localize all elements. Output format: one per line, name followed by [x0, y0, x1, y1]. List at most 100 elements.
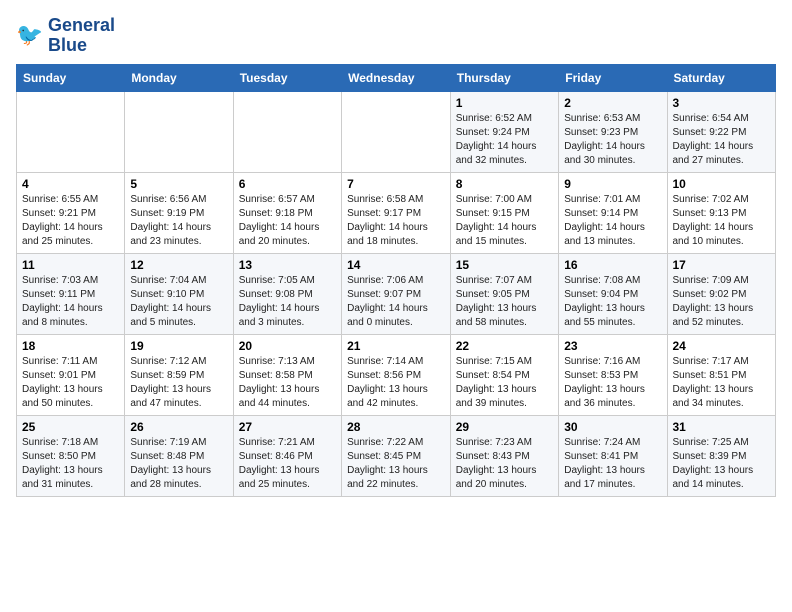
day-header-monday: Monday	[125, 64, 233, 91]
day-header-saturday: Saturday	[667, 64, 776, 91]
calendar-week-row: 4 Sunrise: 6:55 AM Sunset: 9:21 PM Daylig…	[17, 172, 776, 253]
day-header-sunday: Sunday	[17, 64, 125, 91]
day-number: 7	[347, 177, 445, 191]
calendar-cell: 9 Sunrise: 7:01 AM Sunset: 9:14 PM Daylig…	[559, 172, 667, 253]
page-header: 🐦 General Blue	[16, 16, 776, 56]
day-number: 17	[673, 258, 771, 272]
logo-text: General Blue	[48, 16, 115, 56]
day-number: 1	[456, 96, 553, 110]
calendar-cell: 7Sunrise: 6:58 AM Sunset: 9:17 PM Daylig…	[342, 172, 451, 253]
day-number: 25	[22, 420, 119, 434]
day-number: 22	[456, 339, 553, 353]
calendar-cell: 27Sunrise: 7:21 AM Sunset: 8:46 PM Dayli…	[233, 415, 341, 496]
day-number: 9	[564, 177, 661, 191]
day-info: Sunrise: 7:05 AM Sunset: 9:08 PM Dayligh…	[239, 274, 336, 330]
day-number: 16	[564, 258, 661, 272]
calendar-cell: 14Sunrise: 7:06 AM Sunset: 9:07 PM Dayli…	[342, 253, 451, 334]
calendar-cell: 23Sunrise: 7:16 AM Sunset: 8:53 PM Dayli…	[559, 334, 667, 415]
day-info: Sunrise: 7:23 AM Sunset: 8:43 PM Dayligh…	[456, 436, 553, 492]
calendar-cell: 28 Sunrise: 7:22 AM Sunset: 8:45 PM Dayli…	[342, 415, 451, 496]
calendar-cell: 10 Sunrise: 7:02 AM Sunset: 9:13 PM Dayli…	[667, 172, 776, 253]
calendar-cell: 22 Sunrise: 7:15 AM Sunset: 8:54 PM Dayli…	[450, 334, 558, 415]
calendar-cell: 5Sunrise: 6:56 AM Sunset: 9:19 PM Daylig…	[125, 172, 233, 253]
day-number: 18	[22, 339, 119, 353]
day-info: Sunrise: 7:11 AM Sunset: 9:01 PM Dayligh…	[22, 355, 119, 411]
day-number: 4	[22, 177, 119, 191]
day-info: Sunrise: 6:57 AM Sunset: 9:18 PM Dayligh…	[239, 193, 336, 249]
calendar-cell: 11Sunrise: 7:03 AM Sunset: 9:11 PM Dayli…	[17, 253, 125, 334]
calendar-week-row: 1 Sunrise: 6:52 AM Sunset: 9:24 PM Daylig…	[17, 91, 776, 172]
day-number: 29	[456, 420, 553, 434]
day-number: 31	[673, 420, 771, 434]
day-info: Sunrise: 7:02 AM Sunset: 9:13 PM Dayligh…	[673, 193, 771, 249]
calendar-cell: 25 Sunrise: 7:18 AM Sunset: 8:50 PM Dayli…	[17, 415, 125, 496]
day-header-wednesday: Wednesday	[342, 64, 451, 91]
svg-text:🐦: 🐦	[16, 22, 43, 47]
day-header-friday: Friday	[559, 64, 667, 91]
calendar-cell: 15 Sunrise: 7:07 AM Sunset: 9:05 PM Dayli…	[450, 253, 558, 334]
day-info: Sunrise: 7:01 AM Sunset: 9:14 PM Dayligh…	[564, 193, 661, 249]
day-info: Sunrise: 6:52 AM Sunset: 9:24 PM Dayligh…	[456, 112, 553, 168]
calendar-cell: 20 Sunrise: 7:13 AM Sunset: 8:58 PM Dayli…	[233, 334, 341, 415]
day-number: 21	[347, 339, 445, 353]
day-number: 15	[456, 258, 553, 272]
day-number: 12	[130, 258, 227, 272]
day-info: Sunrise: 7:14 AM Sunset: 8:56 PM Dayligh…	[347, 355, 445, 411]
calendar-week-row: 25 Sunrise: 7:18 AM Sunset: 8:50 PM Dayli…	[17, 415, 776, 496]
calendar-cell: 4 Sunrise: 6:55 AM Sunset: 9:21 PM Daylig…	[17, 172, 125, 253]
day-number: 8	[456, 177, 553, 191]
day-number: 20	[239, 339, 336, 353]
day-number: 10	[673, 177, 771, 191]
calendar-cell: 19Sunrise: 7:12 AM Sunset: 8:59 PM Dayli…	[125, 334, 233, 415]
calendar-cell: 1 Sunrise: 6:52 AM Sunset: 9:24 PM Daylig…	[450, 91, 558, 172]
calendar-cell: 17 Sunrise: 7:09 AM Sunset: 9:02 PM Dayli…	[667, 253, 776, 334]
calendar-cell: 30Sunrise: 7:24 AM Sunset: 8:41 PM Dayli…	[559, 415, 667, 496]
calendar-cell: 29 Sunrise: 7:23 AM Sunset: 8:43 PM Dayli…	[450, 415, 558, 496]
day-info: Sunrise: 7:22 AM Sunset: 8:45 PM Dayligh…	[347, 436, 445, 492]
logo: 🐦 General Blue	[16, 16, 115, 56]
day-number: 11	[22, 258, 119, 272]
day-info: Sunrise: 7:12 AM Sunset: 8:59 PM Dayligh…	[130, 355, 227, 411]
day-info: Sunrise: 7:15 AM Sunset: 8:54 PM Dayligh…	[456, 355, 553, 411]
day-info: Sunrise: 6:55 AM Sunset: 9:21 PM Dayligh…	[22, 193, 119, 249]
day-info: Sunrise: 7:25 AM Sunset: 8:39 PM Dayligh…	[673, 436, 771, 492]
calendar-cell: 6 Sunrise: 6:57 AM Sunset: 9:18 PM Daylig…	[233, 172, 341, 253]
calendar-cell: 2Sunrise: 6:53 AM Sunset: 9:23 PM Daylig…	[559, 91, 667, 172]
day-header-tuesday: Tuesday	[233, 64, 341, 91]
day-number: 30	[564, 420, 661, 434]
day-info: Sunrise: 7:07 AM Sunset: 9:05 PM Dayligh…	[456, 274, 553, 330]
calendar-cell: 24Sunrise: 7:17 AM Sunset: 8:51 PM Dayli…	[667, 334, 776, 415]
calendar-cell: 31 Sunrise: 7:25 AM Sunset: 8:39 PM Dayli…	[667, 415, 776, 496]
day-number: 6	[239, 177, 336, 191]
day-number: 5	[130, 177, 227, 191]
day-info: Sunrise: 7:13 AM Sunset: 8:58 PM Dayligh…	[239, 355, 336, 411]
day-number: 26	[130, 420, 227, 434]
day-info: Sunrise: 6:54 AM Sunset: 9:22 PM Dayligh…	[673, 112, 771, 168]
calendar-cell: 18 Sunrise: 7:11 AM Sunset: 9:01 PM Dayli…	[17, 334, 125, 415]
day-info: Sunrise: 7:08 AM Sunset: 9:04 PM Dayligh…	[564, 274, 661, 330]
day-info: Sunrise: 7:09 AM Sunset: 9:02 PM Dayligh…	[673, 274, 771, 330]
day-number: 3	[673, 96, 771, 110]
day-number: 2	[564, 96, 661, 110]
day-info: Sunrise: 7:18 AM Sunset: 8:50 PM Dayligh…	[22, 436, 119, 492]
day-info: Sunrise: 7:19 AM Sunset: 8:48 PM Dayligh…	[130, 436, 227, 492]
calendar-week-row: 18 Sunrise: 7:11 AM Sunset: 9:01 PM Dayli…	[17, 334, 776, 415]
day-header-thursday: Thursday	[450, 64, 558, 91]
calendar-table: SundayMondayTuesdayWednesdayThursdayFrid…	[16, 64, 776, 497]
calendar-cell	[125, 91, 233, 172]
logo-bird-icon: 🐦	[16, 22, 44, 50]
calendar-cell: 16 Sunrise: 7:08 AM Sunset: 9:04 PM Dayli…	[559, 253, 667, 334]
calendar-cell: 12 Sunrise: 7:04 AM Sunset: 9:10 PM Dayli…	[125, 253, 233, 334]
day-info: Sunrise: 7:21 AM Sunset: 8:46 PM Dayligh…	[239, 436, 336, 492]
calendar-cell: 8 Sunrise: 7:00 AM Sunset: 9:15 PM Daylig…	[450, 172, 558, 253]
calendar-cell: 3 Sunrise: 6:54 AM Sunset: 9:22 PM Daylig…	[667, 91, 776, 172]
day-info: Sunrise: 7:00 AM Sunset: 9:15 PM Dayligh…	[456, 193, 553, 249]
calendar-cell	[17, 91, 125, 172]
day-info: Sunrise: 7:17 AM Sunset: 8:51 PM Dayligh…	[673, 355, 771, 411]
day-number: 28	[347, 420, 445, 434]
day-info: Sunrise: 7:04 AM Sunset: 9:10 PM Dayligh…	[130, 274, 227, 330]
calendar-cell: 13Sunrise: 7:05 AM Sunset: 9:08 PM Dayli…	[233, 253, 341, 334]
day-info: Sunrise: 7:16 AM Sunset: 8:53 PM Dayligh…	[564, 355, 661, 411]
calendar-cell	[342, 91, 451, 172]
calendar-cell	[233, 91, 341, 172]
